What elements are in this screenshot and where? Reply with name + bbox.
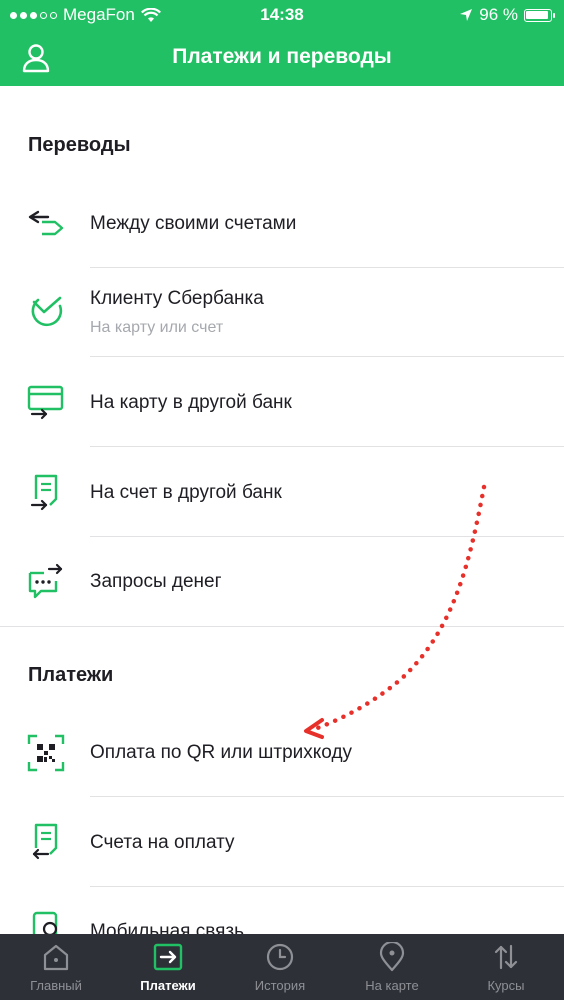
home-icon: [43, 944, 69, 971]
list-item-card-other-bank[interactable]: На карту в другой банк: [0, 357, 564, 447]
payments-icon: [153, 943, 183, 971]
payments-list[interactable]: Переводы Между своими счетами Клиенту Сб…: [0, 86, 564, 934]
tab-label: Главный: [30, 978, 82, 993]
tab-map[interactable]: На карте: [336, 934, 448, 1000]
qr-code-icon: [27, 734, 65, 772]
sberbank-logo-icon: [31, 296, 63, 327]
item-label: Оплата по QR или штрихкоду: [90, 742, 353, 763]
item-label: Запросы денег: [90, 571, 222, 592]
app-header: MegaFon 14:38 96 % Платежи и переводы: [0, 0, 564, 86]
list-item-mobile[interactable]: Мобильная связь: [0, 887, 564, 934]
item-sublabel: На карту или счет: [90, 319, 224, 336]
list-item-account-other-bank[interactable]: На счет в другой банк: [0, 447, 564, 537]
status-bar: MegaFon 14:38 96 %: [0, 0, 564, 30]
invoice-icon: [32, 823, 58, 860]
tab-payments[interactable]: Платежи: [112, 934, 224, 1000]
chat-request-icon: [28, 563, 63, 599]
item-label: Счета на оплату: [90, 832, 235, 853]
list-item-sberbank-client[interactable]: Клиенту Сбербанка На карту или счет: [0, 268, 564, 357]
location-arrow-icon: [460, 9, 473, 21]
item-label: Мобильная связь: [90, 921, 244, 934]
item-label: На карту в другой банк: [90, 392, 292, 413]
list-item-money-requests[interactable]: Запросы денег: [0, 537, 564, 627]
list-item-qr-payment[interactable]: Оплата по QR или штрихкоду: [0, 707, 564, 797]
tab-label: На карте: [365, 978, 419, 993]
list-item-own-accounts[interactable]: Между своими счетами: [0, 178, 564, 268]
exchange-rates-icon: [494, 944, 518, 970]
section-title-payments: Платежи: [28, 664, 114, 686]
tab-bar: Главный Платежи История На карте Курсы: [0, 934, 564, 1000]
clock-icon: [266, 943, 294, 971]
card-transfer-icon: [27, 385, 64, 420]
item-label: Между своими счетами: [90, 213, 297, 234]
arrows-exchange-icon: [28, 210, 64, 236]
document-transfer-icon: [30, 474, 58, 511]
item-label: Клиенту Сбербанка: [90, 288, 264, 309]
tab-label: История: [254, 978, 306, 993]
battery-percent: 96 %: [479, 5, 518, 24]
tab-label: Платежи: [140, 978, 196, 993]
map-pin-icon: [379, 942, 405, 972]
battery-icon: [524, 8, 555, 22]
tab-history[interactable]: История: [224, 934, 336, 1000]
section-divider: [0, 626, 564, 627]
phone-icon: [32, 911, 58, 934]
tab-home[interactable]: Главный: [0, 934, 112, 1000]
item-label: На счет в другой банк: [90, 482, 282, 503]
tab-rates[interactable]: Курсы: [448, 934, 564, 1000]
section-title-transfers: Переводы: [28, 134, 131, 156]
tab-label: Курсы: [487, 978, 525, 993]
page-title: Платежи и переводы: [172, 45, 392, 68]
list-item-invoices[interactable]: Счета на оплату: [0, 797, 564, 887]
